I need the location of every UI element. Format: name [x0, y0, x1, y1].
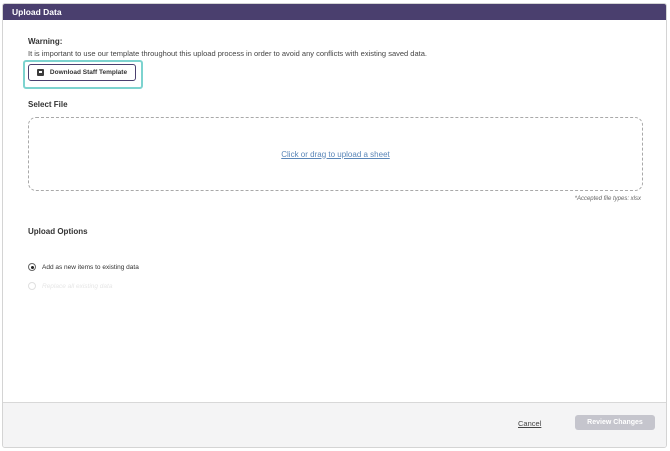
upload-link[interactable]: Click or drag to upload a sheet: [281, 150, 390, 159]
warning-title: Warning:: [28, 37, 63, 46]
option-replace-existing: Replace all existing data: [28, 282, 112, 290]
warning-text: It is important to use our template thro…: [28, 49, 427, 58]
radio-unselected-icon: [28, 282, 36, 290]
modal-content: Warning: It is important to use our temp…: [3, 20, 666, 403]
option-label: Add as new items to existing data: [42, 263, 139, 271]
option-label-disabled: Replace all existing data: [42, 282, 113, 290]
cancel-button[interactable]: Cancel: [518, 419, 541, 428]
download-staff-template-button[interactable]: Download Staff Template: [28, 64, 136, 81]
review-changes-button: Review Changes: [575, 415, 655, 430]
modal-footer: Cancel Review Changes: [3, 402, 666, 447]
accepted-file-types: *Accepted file types: xlsx: [574, 196, 641, 202]
option-add-new-items[interactable]: Add as new items to existing data: [28, 263, 139, 271]
modal-header: Upload Data: [3, 4, 666, 20]
select-file-title: Select File: [28, 100, 68, 109]
document-icon: [36, 69, 44, 76]
upload-options-title: Upload Options: [28, 227, 88, 236]
file-dropzone[interactable]: Click or drag to upload a sheet: [28, 117, 643, 191]
modal-title: Upload Data: [12, 7, 62, 17]
upload-data-modal: Upload Data Warning: It is important to …: [2, 3, 667, 448]
download-button-label: Download Staff Template: [49, 69, 128, 76]
radio-selected-icon[interactable]: [28, 263, 36, 271]
